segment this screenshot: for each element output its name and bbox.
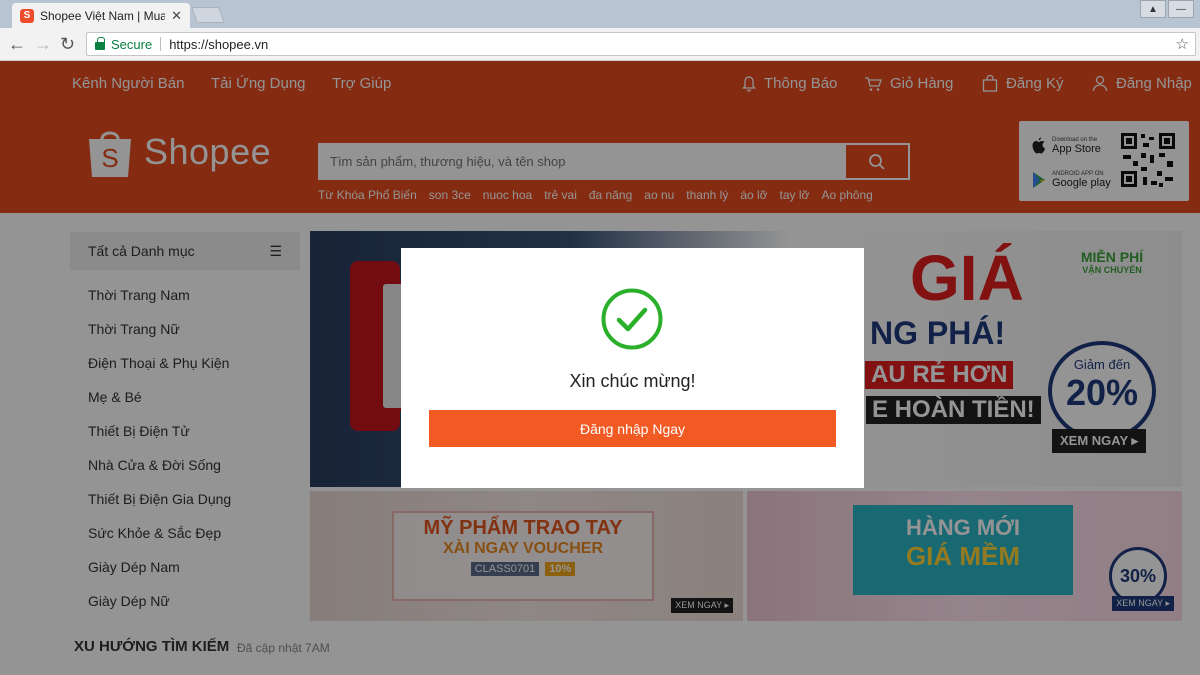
back-icon[interactable]: ← (8, 34, 26, 54)
lock-icon (95, 37, 105, 50)
new-tab-button[interactable] (191, 7, 225, 23)
success-check-icon (601, 288, 663, 350)
browser-tab-bar: S Shopee Việt Nam | Mua ✕ ▲ — (0, 0, 1200, 28)
forward-icon[interactable]: → (34, 34, 52, 54)
bookmark-star-icon[interactable]: ☆ (1176, 35, 1189, 53)
close-tab-icon[interactable]: ✕ (171, 8, 182, 24)
shopee-favicon: S (20, 8, 34, 23)
secure-label: Secure (111, 36, 153, 52)
login-now-button[interactable]: Đăng nhập Ngay (429, 410, 836, 447)
url-text: https://shopee.vn (169, 36, 269, 52)
divider (160, 37, 162, 51)
address-bar: ← → ↻ Secure https://shopee.vn ☆ (0, 28, 1200, 61)
user-icon[interactable]: ▲ (1140, 0, 1166, 18)
success-dialog: Xin chúc mừng! Đăng nhập Ngay (401, 248, 864, 488)
tab-title: Shopee Việt Nam | Mua (40, 8, 166, 23)
browser-tab[interactable]: S Shopee Việt Nam | Mua ✕ (12, 3, 190, 28)
reload-icon[interactable]: ↻ (60, 34, 75, 54)
minimize-icon[interactable]: — (1168, 0, 1194, 18)
url-field[interactable]: Secure https://shopee.vn ☆ (86, 32, 1196, 56)
success-message: Xin chúc mừng! (569, 371, 696, 391)
